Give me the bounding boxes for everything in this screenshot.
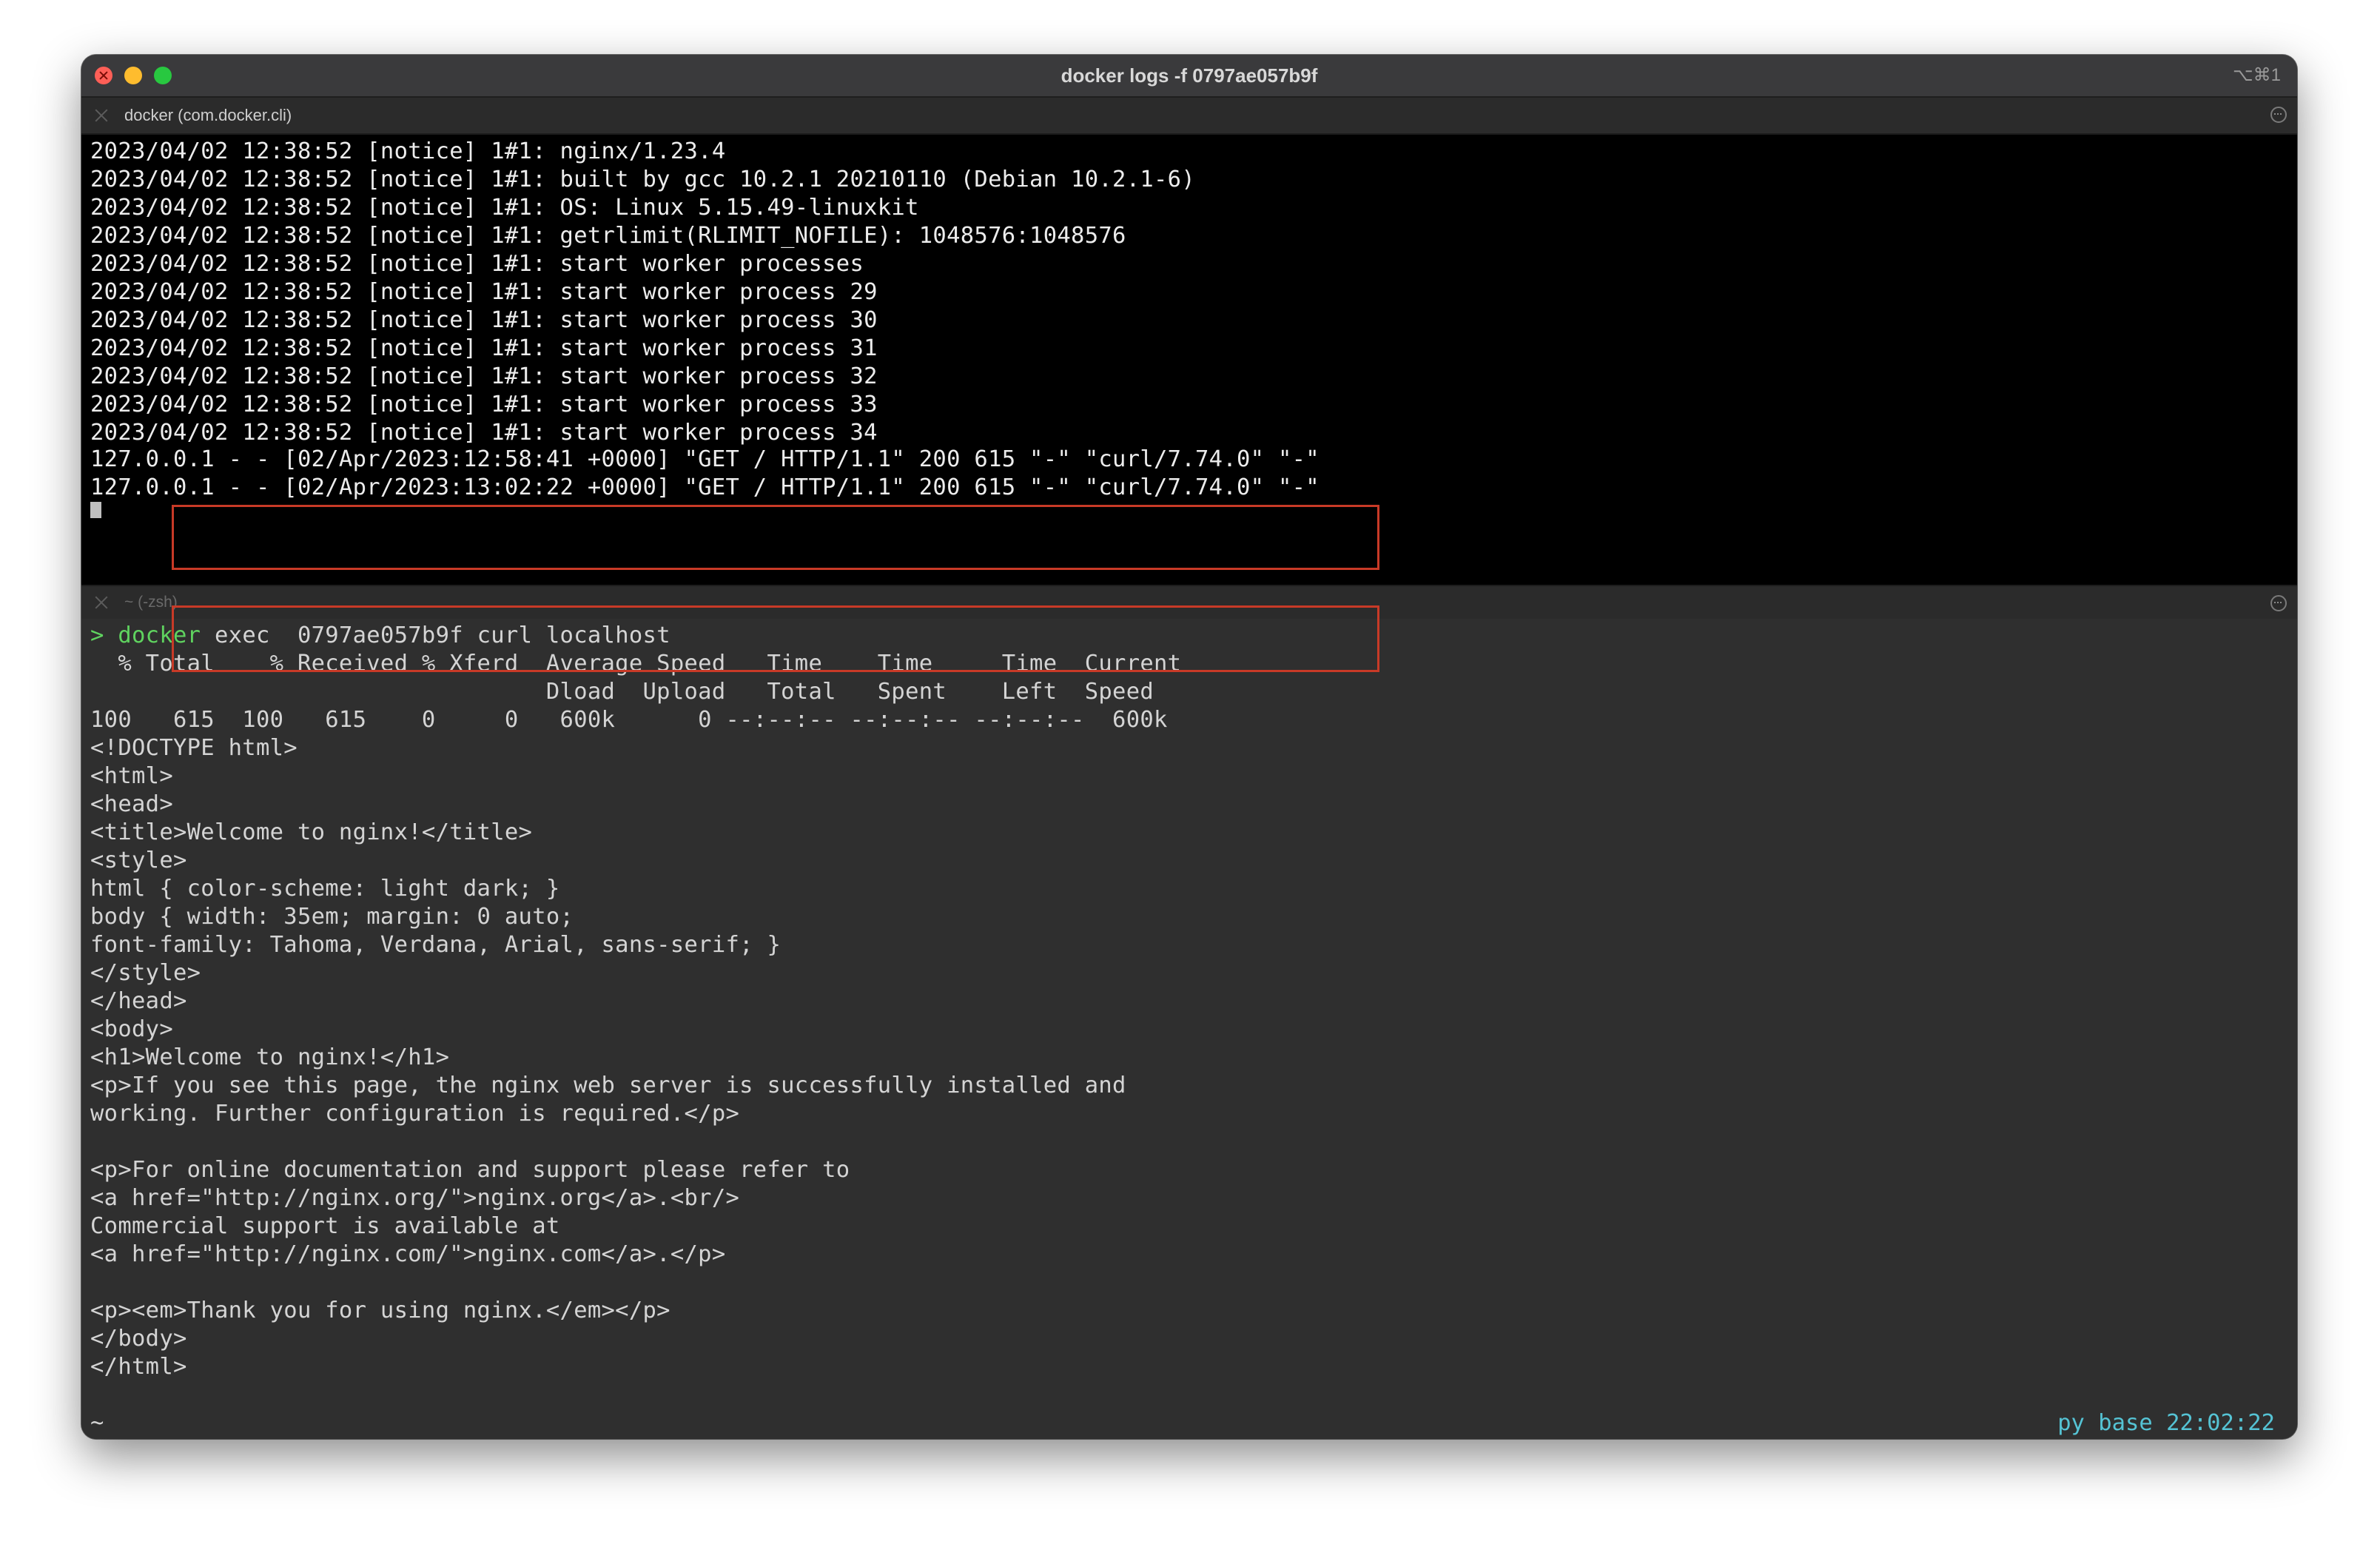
output-line: <p>For online documentation and support … (90, 1157, 850, 1183)
prompt-line[interactable]: > (90, 1437, 133, 1439)
output-line: working. Further configuration is requir… (90, 1101, 740, 1127)
output-line: <a href="http://nginx.com/">nginx.com</a… (90, 1241, 726, 1267)
output-line: <head> (90, 791, 173, 817)
log-line: 2023/04/02 12:38:52 [notice] 1#1: start … (90, 335, 878, 361)
output-line: <body> (90, 1016, 173, 1042)
output-line: <p><em>Thank you for using nginx.</em></… (90, 1298, 670, 1323)
close-pane-icon[interactable] (93, 107, 110, 124)
output-line: Dload Upload Total Spent Left Speed (90, 679, 1154, 705)
pane-title: docker (com.docker.cli) (124, 106, 292, 124)
close-pane-icon[interactable] (93, 594, 110, 611)
output-line: <html> (90, 763, 173, 789)
output-line: <!DOCTYPE html> (90, 735, 298, 761)
log-line: 2023/04/02 12:38:52 [notice] 1#1: start … (90, 420, 878, 446)
highlight-access-logs-box (172, 505, 1379, 570)
prompt-right-status: py base 22:02:22 (2057, 1410, 2275, 1436)
log-line: 2023/04/02 12:38:52 [notice] 1#1: built … (90, 167, 1196, 192)
pane-menu-icon[interactable] (2270, 595, 2287, 611)
window-title: docker logs -f 0797ae057b9f (1060, 64, 1318, 87)
highlight-curl-command-box (172, 605, 1379, 672)
log-line: 2023/04/02 12:38:52 [notice] 1#1: getrli… (90, 223, 1126, 249)
pane-menu-icon[interactable] (2270, 107, 2287, 123)
output-line: </html> (90, 1354, 187, 1380)
output-line: <style> (90, 848, 187, 873)
output-line: font-family: Tahoma, Verdana, Arial, san… (90, 932, 781, 958)
prompt-symbol: > (90, 623, 104, 648)
window-shortcut: ⌥⌘1 (2232, 65, 2281, 85)
access-log-line: 127.0.0.1 - - [02/Apr/2023:12:58:41 +000… (90, 446, 1320, 472)
log-line: 2023/04/02 12:38:52 [notice] 1#1: OS: Li… (90, 195, 919, 221)
pane-header-docker[interactable]: docker (com.docker.cli) (81, 98, 2297, 135)
log-line: 2023/04/02 12:38:52 [notice] 1#1: nginx/… (90, 138, 726, 164)
access-log-line: 127.0.0.1 - - [02/Apr/2023:13:02:22 +000… (90, 474, 1320, 500)
output-line: </head> (90, 988, 187, 1014)
output-line: </body> (90, 1326, 187, 1352)
prompt-symbol: > (90, 1438, 104, 1439)
output-line: Commercial support is available at (90, 1213, 560, 1239)
output-line: <a href="http://nginx.org/">nginx.org</a… (90, 1185, 740, 1211)
output-line: 100 615 100 615 0 0 600k 0 --:--:-- --:-… (90, 707, 1168, 733)
log-line: 2023/04/02 12:38:52 [notice] 1#1: start … (90, 363, 878, 389)
pane-title: ~ (-zsh) (124, 594, 178, 611)
output-line: <h1>Welcome to nginx!</h1> (90, 1044, 450, 1070)
log-line: 2023/04/02 12:38:52 [notice] 1#1: start … (90, 392, 878, 417)
terminal-window: docker logs -f 0797ae057b9f ⌥⌘1 docker (… (81, 55, 2297, 1439)
output-line: <p>If you see this page, the nginx web s… (90, 1073, 1126, 1098)
log-line: 2023/04/02 12:38:52 [notice] 1#1: start … (90, 251, 864, 277)
title-bar[interactable]: docker logs -f 0797ae057b9f ⌥⌘1 (81, 55, 2297, 98)
terminal-cursor (90, 502, 101, 518)
log-line: 2023/04/02 12:38:52 [notice] 1#1: start … (90, 279, 878, 305)
output-line: body { width: 35em; margin: 0 auto; (90, 904, 574, 930)
output-line: html { color-scheme: light dark; } (90, 876, 560, 902)
zsh-pane[interactable]: > docker exec 0797ae057b9f curl localhos… (81, 619, 2297, 1439)
log-line: 2023/04/02 12:38:52 [notice] 1#1: start … (90, 307, 878, 333)
current-directory: ~ (90, 1410, 104, 1436)
output-line: <title>Welcome to nginx!</title> (90, 819, 533, 845)
output-line: </style> (90, 960, 201, 986)
